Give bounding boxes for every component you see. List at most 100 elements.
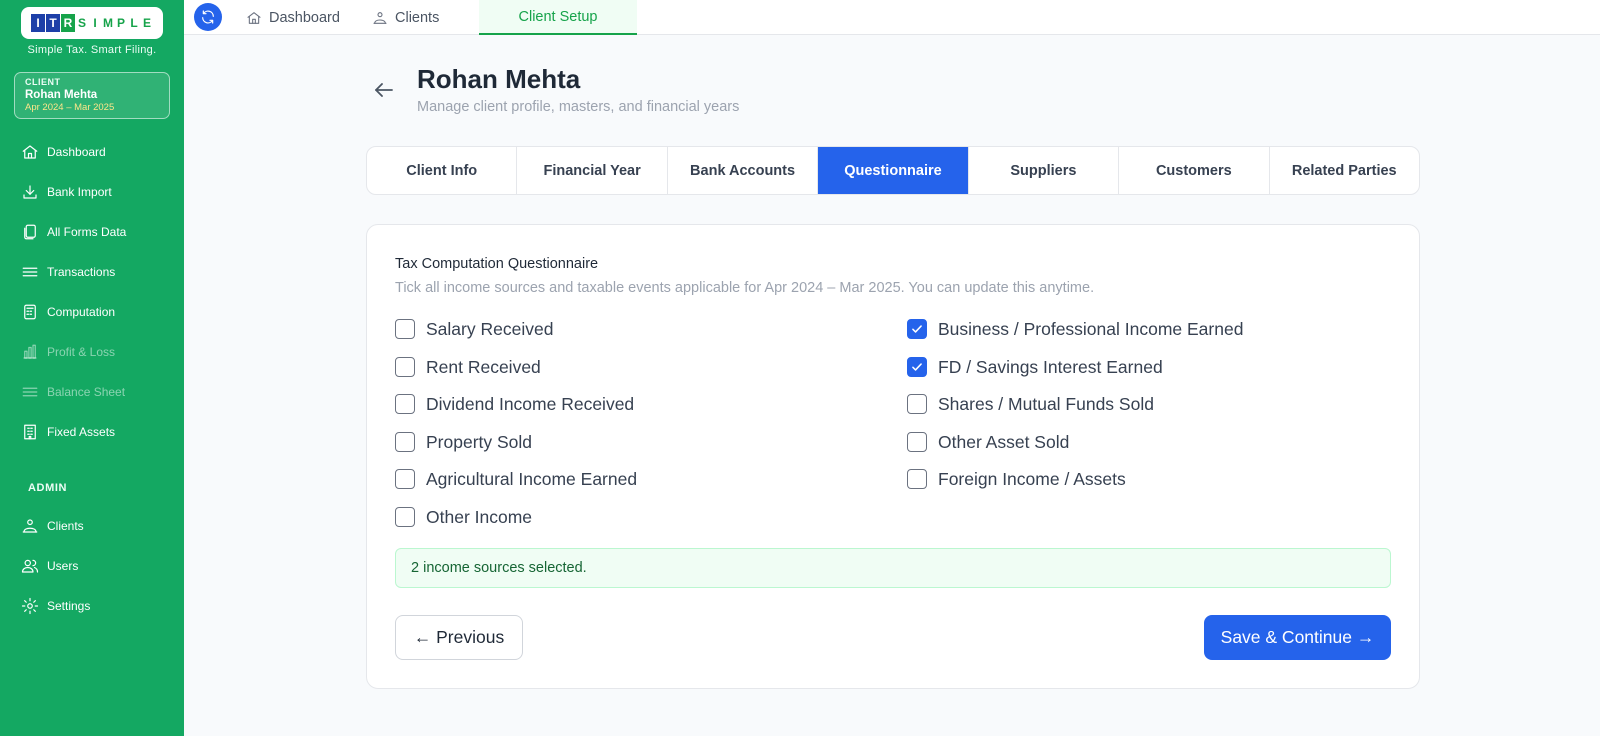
sidebar-item-computation[interactable]: Computation	[0, 296, 184, 328]
client-card[interactable]: CLIENT Rohan Mehta Apr 2024 – Mar 2025	[14, 72, 170, 119]
checkbox[interactable]	[907, 357, 927, 377]
save-continue-button[interactable]: Save & Continue →	[1204, 615, 1391, 660]
logo-letter: M	[103, 16, 113, 30]
checkbox-label: Property Sold	[426, 431, 533, 452]
tab-questionnaire[interactable]: Questionnaire	[818, 147, 969, 194]
check-icon	[912, 325, 922, 333]
page-subtitle: Manage client profile, masters, and fina…	[417, 99, 740, 115]
tab-client-info[interactable]: Client Info	[367, 147, 518, 194]
checkbox[interactable]	[907, 432, 927, 452]
tagline: Simple Tax. Smart Filing.	[27, 44, 157, 56]
checkbox-item[interactable]: Business / Professional Income Earned	[907, 317, 1243, 341]
tab-related-parties[interactable]: Related Parties	[1270, 147, 1419, 194]
top-tab-label: Clients	[395, 9, 440, 26]
sidebar-item-fixed-assets[interactable]: Fixed Assets	[0, 416, 184, 448]
sidebar-item-label: Bank Import	[47, 185, 112, 199]
checkbox-label: Salary Received	[426, 318, 554, 339]
sidebar-item-dashboard[interactable]: Dashboard	[0, 136, 184, 168]
sidebar-item-label: Transactions	[47, 265, 116, 279]
sidebar-item-transactions[interactable]: Transactions	[0, 256, 184, 288]
sidebar-item-label: Balance Sheet	[47, 385, 126, 399]
sidebar-item-label: Dashboard	[47, 145, 106, 159]
checkbox-label: Dividend Income Received	[426, 393, 635, 414]
sidebar-item-users[interactable]: Users	[0, 550, 184, 582]
sidebar: I T R S I M P L E Simple Tax. Smart Fili…	[0, 0, 184, 736]
questionnaire-title: Tax Computation Questionnaire	[395, 256, 599, 272]
sidebar-item-label: Clients	[47, 519, 84, 533]
logo[interactable]: I T R S I M P L E	[21, 7, 163, 39]
tab-bank-accounts[interactable]: Bank Accounts	[668, 147, 819, 194]
client-card-name: Rohan Mehta	[25, 89, 98, 101]
download-icon	[20, 183, 39, 202]
sidebar-item-profit-loss[interactable]: Profit & Loss	[0, 336, 184, 368]
tab-suppliers[interactable]: Suppliers	[969, 147, 1120, 194]
questionnaire-card: Tax Computation Questionnaire Tick all i…	[366, 224, 1420, 689]
tab-financial-year[interactable]: Financial Year	[517, 147, 668, 194]
checkbox-item[interactable]: Shares / Mutual Funds Sold	[907, 392, 1154, 416]
checkbox-label: FD / Savings Interest Earned	[938, 356, 1163, 377]
checkbox-label: Agricultural Income Earned	[426, 468, 638, 489]
sidebar-item-bank-import[interactable]: Bank Import	[0, 176, 184, 208]
checkbox-label: Foreign Income / Assets	[938, 468, 1126, 489]
checkbox[interactable]	[395, 507, 415, 527]
sidebar-item-clients[interactable]: Clients	[0, 510, 184, 542]
checkbox[interactable]	[907, 394, 927, 414]
checkbox[interactable]	[395, 319, 415, 339]
checkbox-item[interactable]: Property Sold	[395, 430, 532, 454]
arrow-left-icon	[375, 83, 393, 97]
tab-customers[interactable]: Customers	[1119, 147, 1270, 194]
calculator-icon	[20, 303, 39, 322]
top-tab-label: Dashboard	[269, 9, 340, 26]
logo-letter: I	[93, 16, 97, 30]
checkbox[interactable]	[395, 394, 415, 414]
checkbox-item[interactable]: Salary Received	[395, 317, 553, 341]
top-tab-dashboard[interactable]: Dashboard	[246, 0, 340, 35]
sidebar-item-label: Fixed Assets	[47, 425, 116, 439]
client-card-period: Apr 2024 – Mar 2025	[25, 102, 115, 113]
home-icon	[247, 11, 261, 24]
sidebar-item-settings[interactable]: Settings	[0, 590, 184, 622]
checkbox-label: Rent Received	[426, 356, 541, 377]
top-tab-clients[interactable]: Clients	[372, 0, 439, 35]
logo-letter: I	[31, 14, 45, 32]
sidebar-item-all-forms-data[interactable]: All Forms Data	[0, 216, 184, 248]
checkbox[interactable]	[907, 469, 927, 489]
gear-icon	[20, 597, 39, 616]
logo-letter: E	[142, 16, 151, 30]
checkbox-item[interactable]: Foreign Income / Assets	[907, 467, 1126, 491]
checkbox-item[interactable]: Dividend Income Received	[395, 392, 634, 416]
clients-icon	[20, 517, 39, 536]
checkbox[interactable]	[395, 357, 415, 377]
checkbox[interactable]	[395, 432, 415, 452]
client-setup-tabs: Client Info Financial Year Bank Accounts…	[366, 146, 1420, 195]
list-icon	[20, 383, 39, 402]
checkbox-label: Other Asset Sold	[938, 431, 1070, 452]
top-tab-client-setup[interactable]: Client Setup	[479, 0, 637, 35]
checkbox-item[interactable]: Other Income	[395, 505, 532, 529]
back-button[interactable]	[372, 78, 396, 102]
logo-letter: S	[77, 16, 86, 30]
sidebar-item-label: Users	[47, 559, 79, 573]
client-card-label: CLIENT	[25, 77, 61, 87]
top-tab-label: Client Setup	[518, 8, 598, 25]
selection-status-text: 2 income sources selected.	[411, 560, 587, 576]
page-title: Rohan Mehta	[417, 64, 581, 94]
checkbox-item[interactable]: Other Asset Sold	[907, 430, 1069, 454]
checkbox[interactable]	[907, 319, 927, 339]
bar-chart-icon	[20, 343, 39, 362]
refresh-button[interactable]	[194, 3, 222, 31]
sidebar-item-label: Computation	[47, 305, 116, 319]
sidebar-item-label: Settings	[47, 599, 91, 613]
checkbox-item[interactable]: FD / Savings Interest Earned	[907, 355, 1163, 379]
files-icon	[20, 223, 39, 242]
refresh-icon	[202, 10, 214, 24]
checkbox-item[interactable]: Rent Received	[395, 355, 541, 379]
sidebar-item-balance-sheet[interactable]: Balance Sheet	[0, 376, 184, 408]
checkbox-label: Other Income	[426, 506, 533, 527]
users-icon	[20, 557, 39, 576]
checkbox[interactable]	[395, 469, 415, 489]
previous-button[interactable]: ← Previous	[395, 615, 523, 660]
home-icon	[20, 143, 39, 162]
logo-letter: P	[116, 16, 125, 30]
checkbox-item[interactable]: Agricultural Income Earned	[395, 467, 637, 491]
